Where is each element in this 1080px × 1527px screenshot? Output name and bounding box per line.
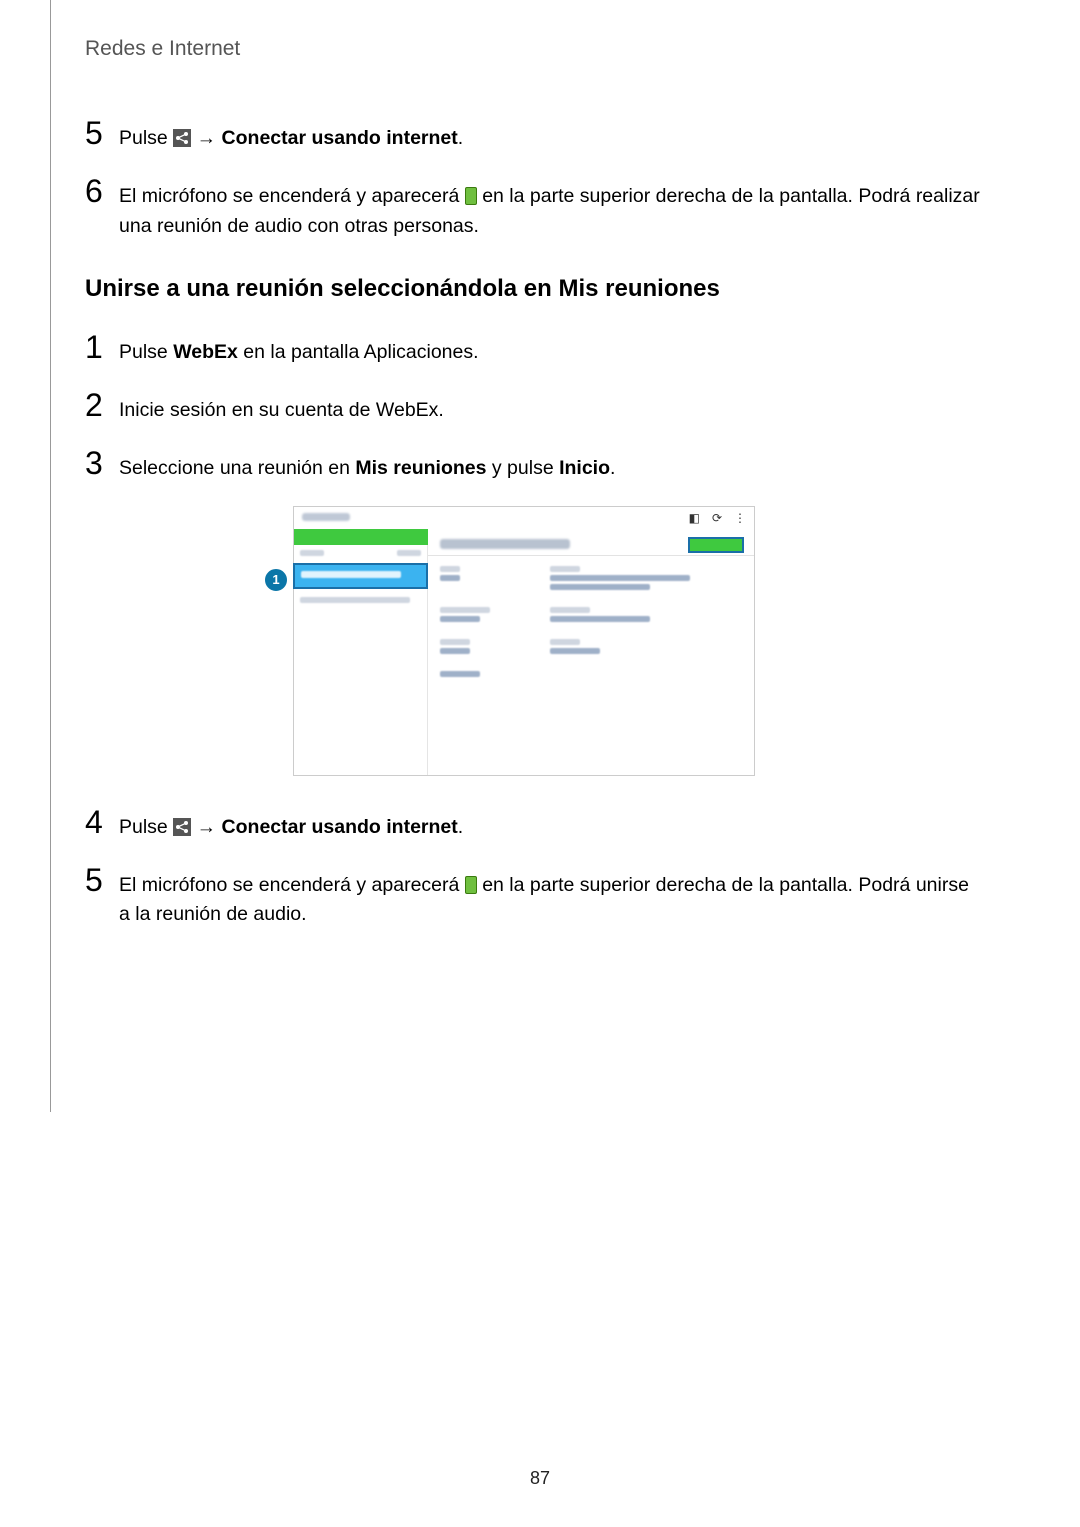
text: . bbox=[458, 127, 463, 149]
step-text: Pulse → Conectar usando internet. bbox=[119, 806, 985, 842]
step-a6: 6 El micrófono se encenderá y aparecerá … bbox=[85, 175, 985, 241]
text: Pulse bbox=[119, 341, 173, 363]
subheading: Unirse a una reunión seleccionándola en … bbox=[85, 275, 985, 303]
microphone-icon bbox=[465, 876, 477, 894]
microphone-icon bbox=[465, 187, 477, 205]
bold-text: WebEx bbox=[173, 341, 238, 363]
diagram-selected-meeting bbox=[293, 563, 428, 589]
text: . bbox=[610, 457, 615, 479]
step-text: Seleccione una reunión en Mis reuniones … bbox=[119, 447, 985, 483]
step-b5: 5 El micrófono se encenderá y aparecerá … bbox=[85, 864, 985, 930]
step-number: 1 bbox=[85, 331, 119, 363]
step-text: El micrófono se encenderá y aparecerá en… bbox=[119, 175, 985, 241]
step-number: 4 bbox=[85, 806, 119, 838]
step-a5: 5 Pulse → Conectar usando internet. bbox=[85, 117, 985, 153]
step-text: Pulse → Conectar usando internet. bbox=[119, 117, 985, 153]
callout-badge-1: 1 bbox=[265, 569, 287, 591]
step-b3: 3 Seleccione una reunión en Mis reunione… bbox=[85, 447, 985, 483]
text: en la pantalla Aplicaciones. bbox=[238, 341, 479, 363]
page-number: 87 bbox=[0, 1468, 1080, 1489]
breadcrumb-header: Redes e Internet bbox=[85, 37, 985, 61]
text: Seleccione una reunión en bbox=[119, 457, 355, 479]
step-number: 2 bbox=[85, 389, 119, 421]
step-number: 5 bbox=[85, 117, 119, 149]
share-network-icon bbox=[173, 129, 191, 147]
diagram-topbar: ◧ ⟳ ⋮ bbox=[294, 507, 754, 529]
diagram-sidebar bbox=[294, 545, 428, 775]
step-b1: 1 Pulse WebEx en la pantalla Aplicacione… bbox=[85, 331, 985, 367]
bold-text: Conectar usando internet bbox=[222, 127, 458, 149]
step-number: 3 bbox=[85, 447, 119, 479]
step-text: Pulse WebEx en la pantalla Aplicaciones. bbox=[119, 331, 985, 367]
refresh-icon: ⟳ bbox=[712, 511, 722, 525]
step-b4: 4 Pulse → Conectar usando internet. bbox=[85, 806, 985, 842]
bold-text: Mis reuniones bbox=[355, 457, 486, 479]
step-text: El micrófono se encenderá y aparecerá en… bbox=[119, 864, 985, 930]
step-number: 6 bbox=[85, 175, 119, 207]
text: Pulse bbox=[119, 816, 173, 838]
layout-icon: ◧ bbox=[689, 511, 700, 525]
diagram-start-button bbox=[688, 537, 744, 553]
bold-text: Conectar usando internet bbox=[222, 816, 458, 838]
step-b2: 2 Inicie sesión en su cuenta de WebEx. bbox=[85, 389, 985, 425]
diagram-main-panel bbox=[428, 529, 754, 775]
more-vertical-icon: ⋮ bbox=[734, 511, 746, 525]
arrow: → bbox=[191, 127, 221, 149]
arrow: → bbox=[191, 816, 221, 838]
diagram-green-tab bbox=[294, 529, 428, 545]
share-network-icon bbox=[173, 818, 191, 836]
webex-screenshot-diagram: 1 2 ◧ ⟳ ⋮ bbox=[265, 506, 745, 776]
step-number: 5 bbox=[85, 864, 119, 896]
text: y pulse bbox=[486, 457, 559, 479]
bold-text: Inicio bbox=[559, 457, 610, 479]
text: Pulse bbox=[119, 127, 173, 149]
text: El micrófono se encenderá y aparecerá bbox=[119, 185, 465, 207]
text: El micrófono se encenderá y aparecerá bbox=[119, 874, 465, 896]
text: . bbox=[458, 816, 463, 838]
step-text: Inicie sesión en su cuenta de WebEx. bbox=[119, 389, 985, 425]
